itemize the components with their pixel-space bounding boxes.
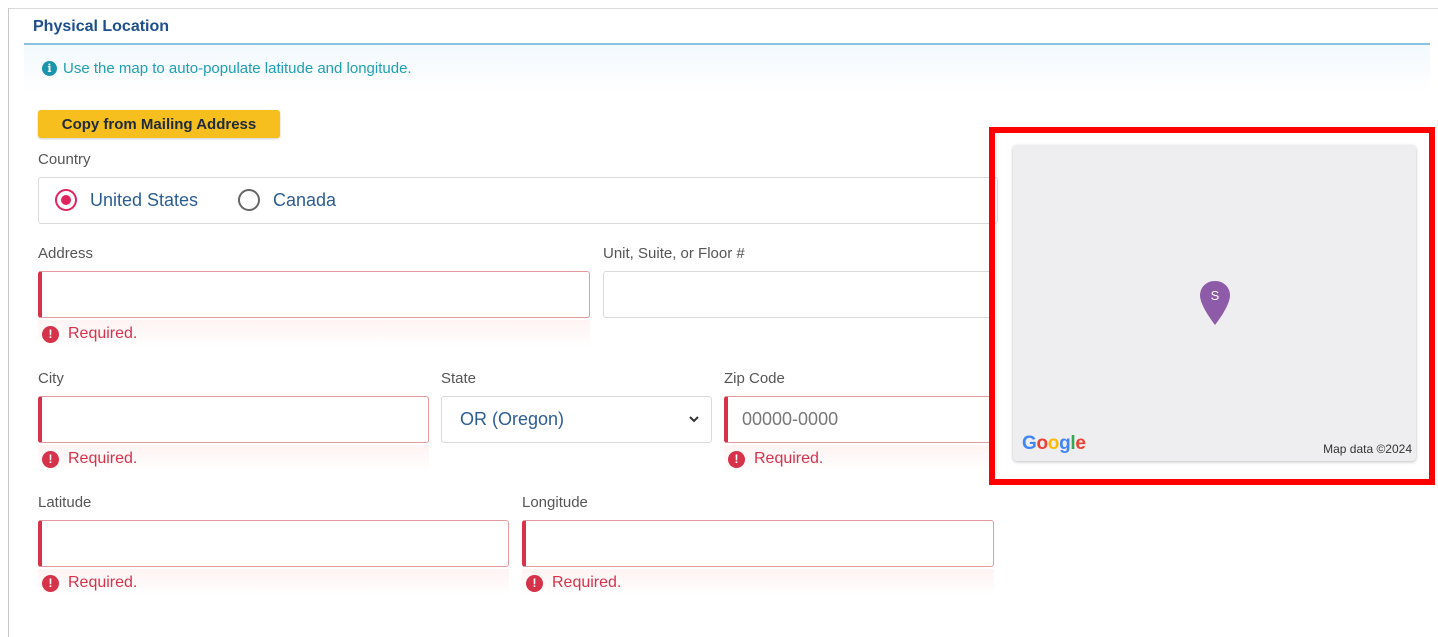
- city-label: City: [38, 370, 64, 387]
- latitude-error: ! Required.: [38, 569, 509, 597]
- section-divider: [24, 43, 1430, 45]
- address-label: Address: [38, 245, 94, 262]
- panel-left-border: [8, 8, 9, 637]
- latitude-input[interactable]: [38, 520, 509, 567]
- radio-unchecked-icon: [238, 189, 260, 211]
- panel-top-border: [8, 8, 1438, 9]
- city-input[interactable]: [38, 396, 429, 443]
- address-input[interactable]: [38, 271, 590, 318]
- radio-canada-label: Canada: [273, 189, 337, 210]
- longitude-label: Longitude: [522, 494, 588, 511]
- country-radio-group: United States Canada: [38, 177, 998, 224]
- city-error: ! Required.: [38, 445, 429, 473]
- city-error-text: Required.: [68, 450, 138, 467]
- zip-error-text: Required.: [754, 450, 824, 467]
- chevron-down-icon: [689, 416, 699, 423]
- radio-united-states-label: United States: [90, 189, 199, 210]
- error-icon: !: [526, 574, 543, 592]
- state-label: State: [441, 370, 477, 387]
- error-icon: !: [728, 450, 745, 468]
- info-icon: i: [42, 61, 57, 76]
- state-select[interactable]: OR (Oregon): [441, 396, 712, 443]
- country-label: Country: [38, 151, 91, 168]
- address-error-text: Required.: [68, 325, 138, 342]
- highlight-box: [989, 127, 1435, 485]
- longitude-error-text: Required.: [552, 574, 622, 591]
- latitude-error-text: Required.: [68, 574, 138, 591]
- address-error: ! Required.: [38, 320, 590, 348]
- state-select-value: OR (Oregon): [460, 409, 565, 429]
- radio-checked-icon: [55, 189, 77, 211]
- unit-label: Unit, Suite, or Floor #: [603, 245, 745, 262]
- info-text: Use the map to auto-populate latitude an…: [63, 60, 412, 77]
- radio-canada[interactable]: Canada: [238, 189, 336, 211]
- radio-united-states[interactable]: United States: [55, 189, 198, 211]
- zip-error: ! Required.: [724, 445, 994, 473]
- longitude-input[interactable]: [522, 520, 994, 567]
- info-message: i Use the map to auto-populate latitude …: [42, 60, 412, 77]
- latitude-label: Latitude: [38, 494, 92, 511]
- unit-input[interactable]: [603, 271, 993, 318]
- error-icon: !: [42, 325, 59, 343]
- zip-label: Zip Code: [724, 370, 785, 387]
- copy-from-mailing-address-button[interactable]: Copy from Mailing Address: [38, 110, 280, 138]
- zip-input[interactable]: [724, 396, 994, 443]
- section-title: Physical Location: [33, 18, 170, 35]
- error-icon: !: [42, 574, 59, 592]
- longitude-error: ! Required.: [522, 569, 994, 597]
- error-icon: !: [42, 450, 59, 468]
